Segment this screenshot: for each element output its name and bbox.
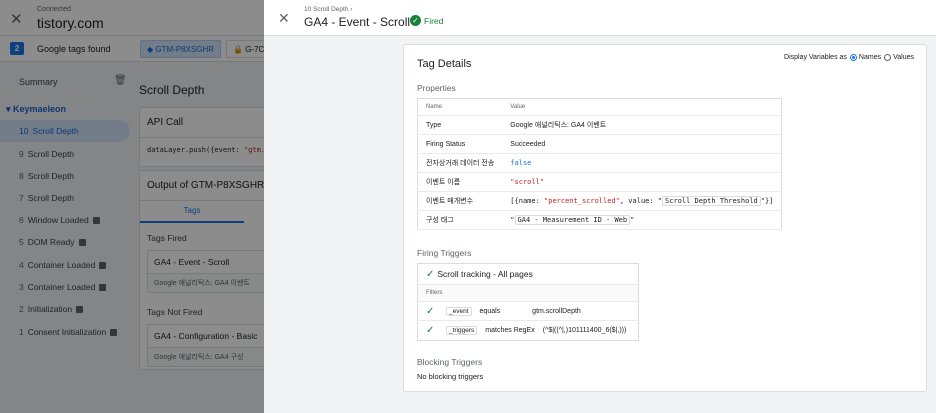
firing-trigger-card: ✓ Scroll tracking - All pages Filters ✓ _… — [417, 263, 639, 341]
table-row: 구성 태그 " GA4 - Measurement ID - Web " — [417, 210, 782, 230]
filter-row: ✓ _triggers matches RegEx (^$|((^|,)1011… — [418, 321, 638, 340]
variable-chip[interactable]: GA4 - Measurement ID - Web — [514, 215, 631, 225]
filters-header: Filters — [418, 285, 638, 302]
status-badge: ✓ Fired — [410, 15, 443, 26]
table-row: Type Google 애널리틱스: GA4 이벤트 — [417, 115, 782, 135]
firing-triggers-label: Firing Triggers — [417, 248, 472, 258]
details-title: Tag Details — [417, 58, 472, 70]
table-row: Firing Status Succeeded — [417, 134, 782, 154]
table-row: 이벤트 이름 "scroll" — [417, 172, 782, 192]
no-blocking-text: No blocking triggers — [417, 372, 484, 381]
filter-operator: matches RegEx — [485, 327, 535, 334]
check-icon: ✓ — [426, 305, 435, 317]
variable-chip[interactable]: Scroll Depth Threshold — [662, 196, 761, 206]
filter-value: gtm.scrollDepth — [532, 307, 581, 315]
table-header: Name Value — [417, 98, 782, 116]
column-header-name: Name — [417, 98, 503, 116]
filter-operator: equals — [479, 307, 501, 315]
check-icon: ✓ — [426, 325, 435, 336]
tag-details-card: Tag Details Display Variables as Names V… — [403, 44, 927, 392]
filter-row: ✓ _event equals gtm.scrollDepth — [418, 302, 638, 321]
filter-variable: _triggers — [446, 326, 478, 335]
filter-value: (^$|((^|,)101111400_6($|,))) — [542, 327, 627, 334]
filter-variable: _event — [446, 306, 472, 316]
column-header-value: Value — [502, 98, 782, 116]
radio-values[interactable] — [884, 54, 892, 61]
modal-scrim[interactable] — [0, 0, 264, 413]
breadcrumb[interactable]: 10 Scroll Depth › — [304, 6, 352, 13]
radio-names[interactable] — [849, 54, 857, 61]
properties-table: Name Value Type Google 애널리틱스: GA4 이벤트 Fi… — [417, 98, 783, 230]
properties-label: Properties — [417, 83, 456, 93]
close-icon[interactable]: ✕ — [278, 10, 290, 27]
tag-details-drawer: ✕ 10 Scroll Depth › GA4 - Event - Scroll… — [264, 0, 936, 413]
check-circle-icon: ✓ — [410, 15, 421, 26]
drawer-header: ✕ 10 Scroll Depth › GA4 - Event - Scroll… — [264, 0, 936, 36]
table-row: 전자상거래 데이터 전송 false — [417, 153, 782, 173]
drawer-title: GA4 - Event - Scroll — [304, 15, 411, 29]
blocking-triggers-label: Blocking Triggers — [417, 357, 483, 367]
table-row: 이벤트 매개변수 [{name: "percent_scrolled", val… — [417, 191, 782, 211]
check-icon: ✓ — [426, 269, 435, 280]
trigger-name[interactable]: ✓ Scroll tracking - All pages — [418, 264, 638, 285]
display-variables-toggle: Display Variables as Names Values — [784, 54, 914, 61]
